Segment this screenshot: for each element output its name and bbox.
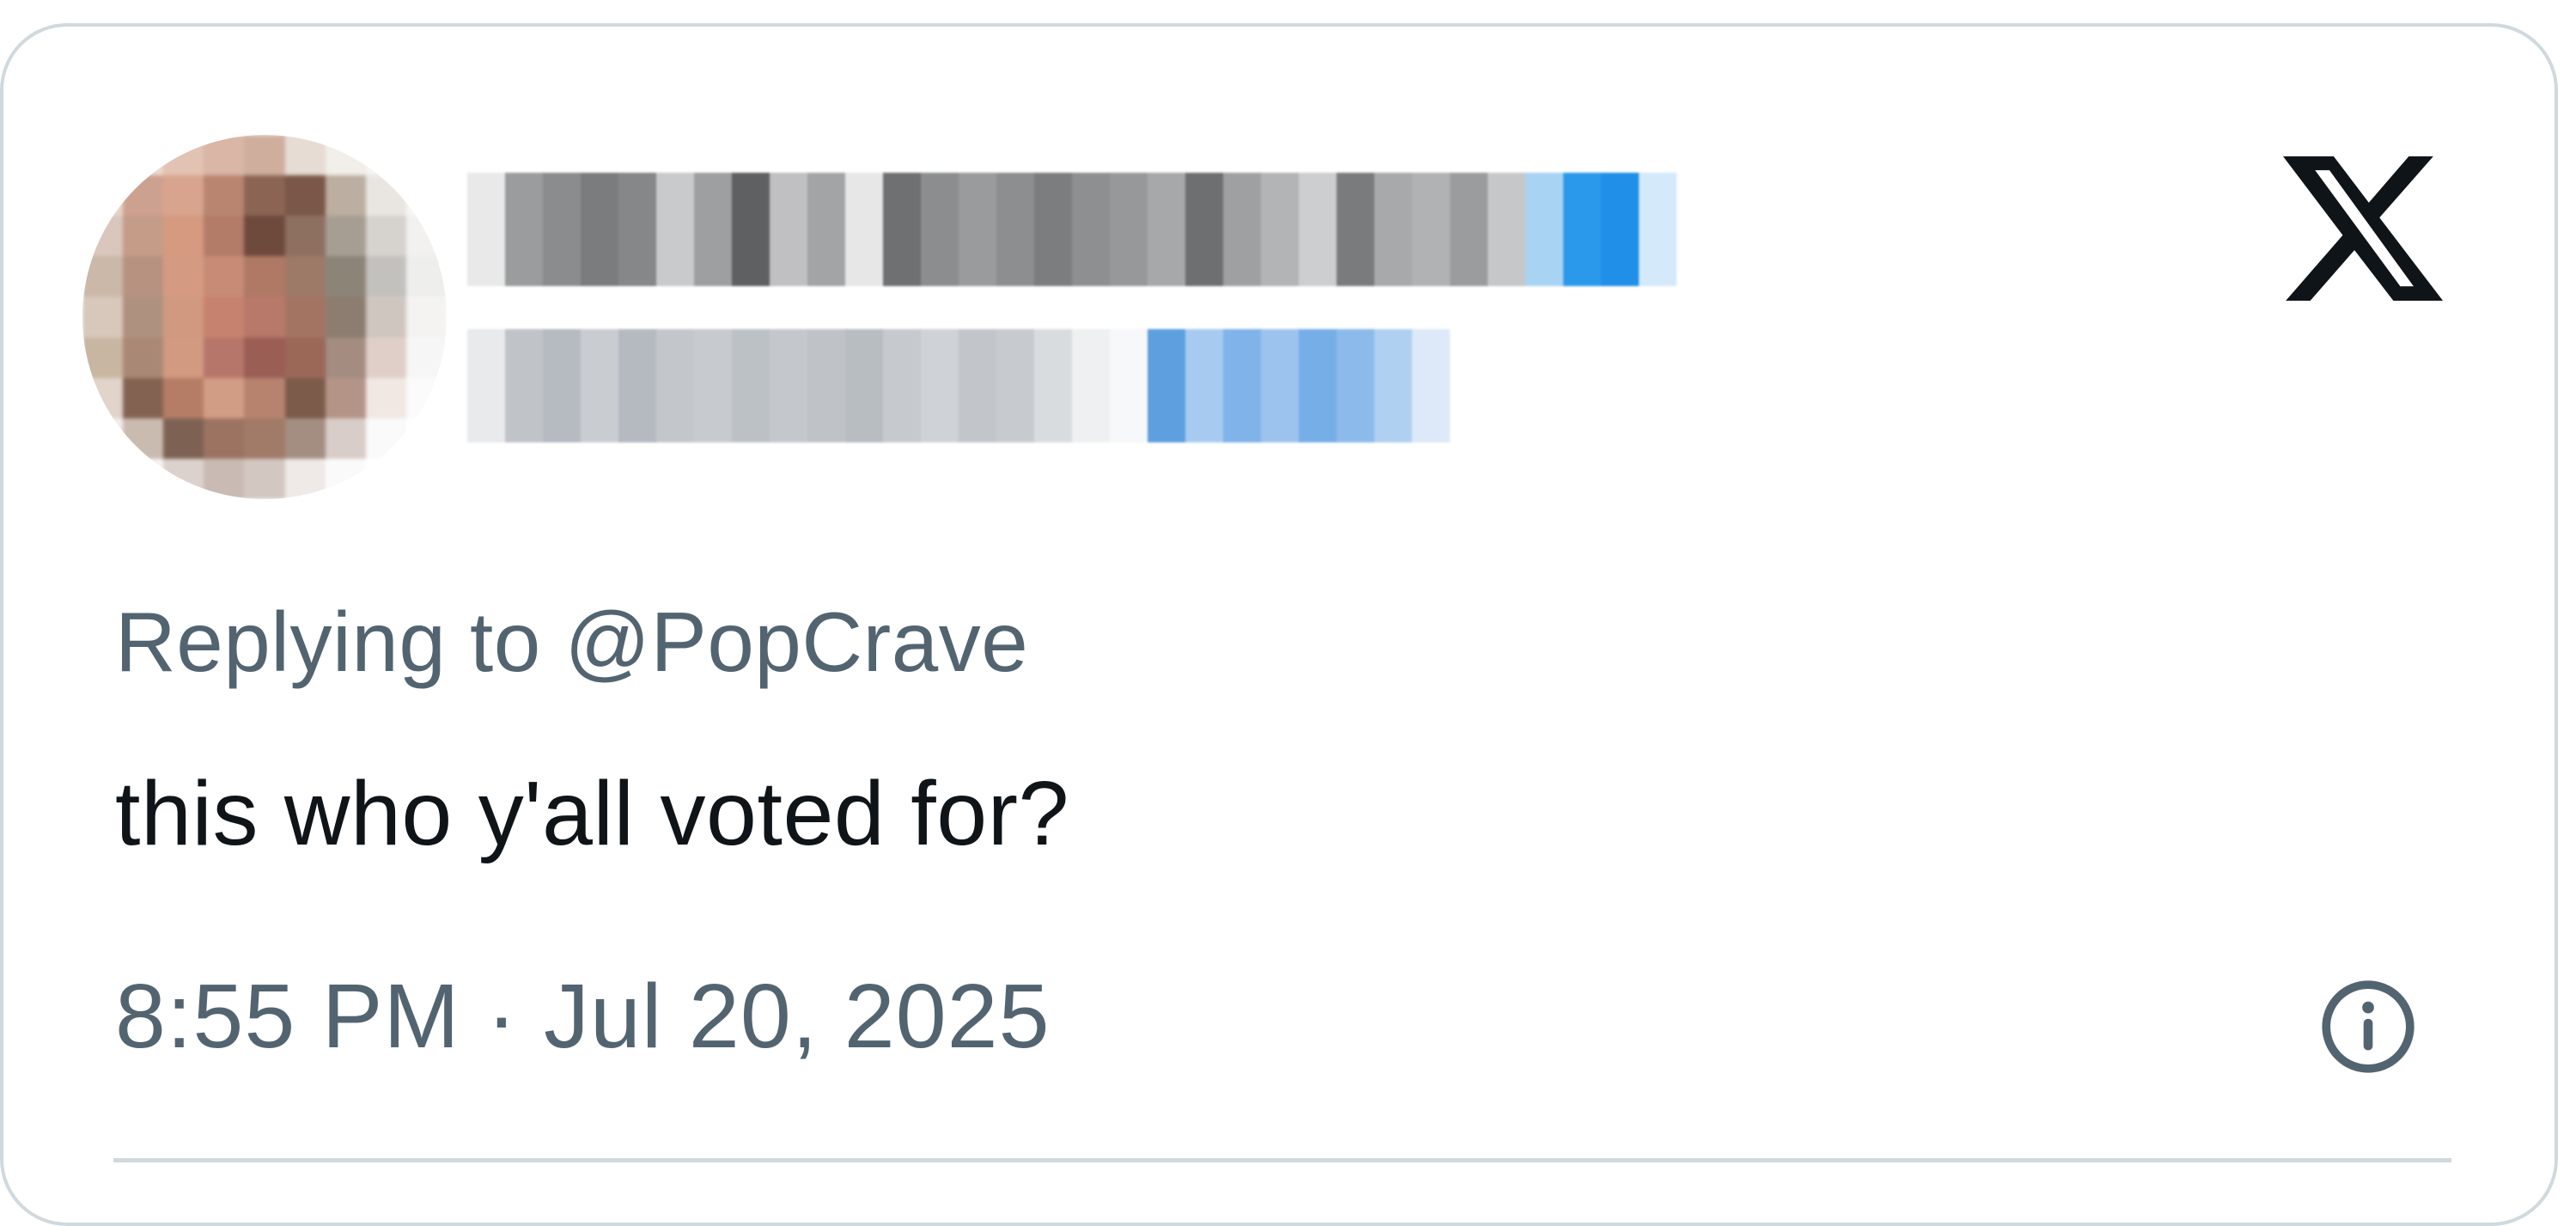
meta-separator: · [486,966,518,1067]
display-name-redacted[interactable] [467,173,1747,286]
replying-to-handle-link[interactable]: @PopCrave [565,595,1029,689]
tweet-timestamp[interactable]: 8:55 PM · Jul 20, 2025 [115,965,1050,1069]
user-handle-redacted[interactable] [467,329,1601,442]
tweet-card: Replying to @PopCrave this who y'all vot… [0,23,2558,1226]
x-logo-icon[interactable] [2283,154,2443,303]
info-icon[interactable] [2316,974,2421,1079]
tweet-time: 8:55 PM [115,966,460,1067]
tweet-text: this who y'all voted for? [115,763,1069,864]
avatar-pixelated-image [82,135,447,499]
replying-to-line: Replying to @PopCrave [115,594,1028,691]
tweet-date: Jul 20, 2025 [543,966,1050,1067]
avatar[interactable] [82,135,447,499]
divider [113,1158,2451,1162]
replying-to-label: Replying to [115,595,541,689]
